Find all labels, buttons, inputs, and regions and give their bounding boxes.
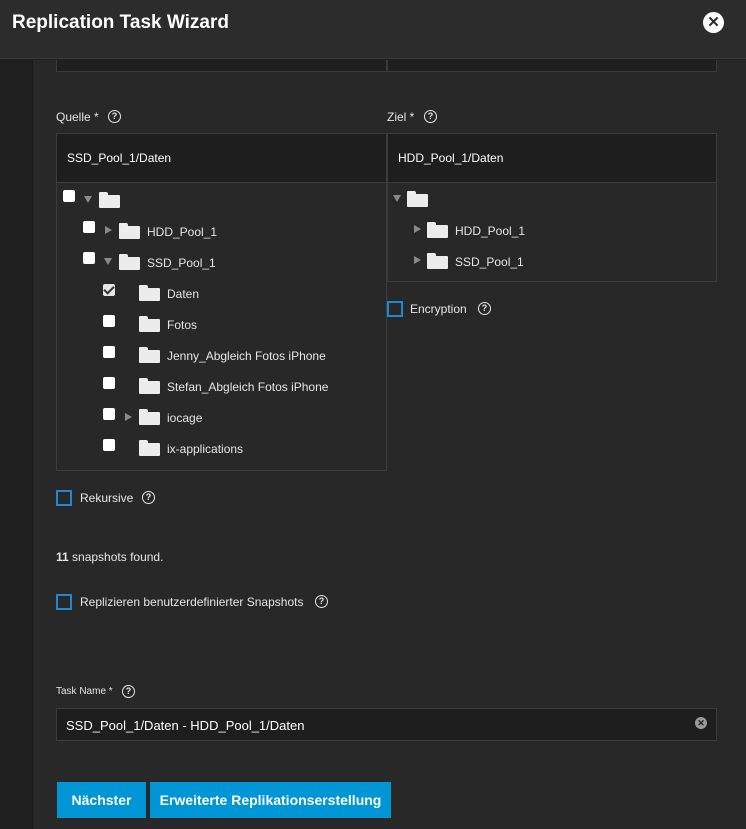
target-path-input[interactable]: HDD_Pool_1/Daten xyxy=(387,133,717,183)
dataset-checkbox-fotos[interactable] xyxy=(103,315,115,327)
snapshots-found-text: 11 snapshots found. xyxy=(56,550,163,564)
folder-icon xyxy=(99,192,120,208)
source-label: Quelle * xyxy=(56,110,99,124)
encryption-checkbox[interactable] xyxy=(387,301,403,317)
dataset-checkbox-daten[interactable] xyxy=(103,284,115,296)
folder-icon xyxy=(427,222,448,238)
recursive-help-icon[interactable]: ? xyxy=(142,491,155,504)
chevron-right-icon[interactable] xyxy=(414,225,421,233)
task-name-input[interactable]: SSD_Pool_1/Daten - HDD_Pool_1/Daten xyxy=(56,708,717,741)
folder-icon xyxy=(139,316,160,332)
dataset-checkbox-stefan[interactable] xyxy=(103,377,115,389)
custom-snapshots-label[interactable]: Replizieren benutzerdefinierter Snapshot… xyxy=(80,595,303,609)
source-root-checkbox[interactable] xyxy=(63,190,75,202)
dataset-label[interactable]: iocage xyxy=(167,411,202,425)
chevron-right-icon[interactable] xyxy=(105,226,112,234)
close-icon[interactable]: ✕ xyxy=(703,12,724,33)
dataset-label[interactable]: ix-applications xyxy=(167,442,243,456)
recursive-checkbox[interactable] xyxy=(56,490,72,506)
task-name-label: Task Name * xyxy=(56,686,113,697)
previous-field-right[interactable] xyxy=(387,60,717,72)
chevron-right-icon[interactable] xyxy=(414,256,421,264)
target-label: Ziel * xyxy=(387,110,415,124)
dataset-label[interactable]: Jenny_Abgleich Fotos iPhone xyxy=(167,349,326,363)
snapshots-found-label: snapshots found. xyxy=(72,550,164,564)
chevron-down-icon[interactable] xyxy=(393,195,401,202)
folder-icon xyxy=(407,191,428,207)
source-pool-checkbox[interactable] xyxy=(83,252,95,264)
custom-snapshots-help-icon[interactable]: ? xyxy=(315,595,328,608)
source-help-icon[interactable]: ? xyxy=(108,110,121,123)
dialog-title: Replication Task Wizard xyxy=(12,12,229,33)
dataset-label[interactable]: Stefan_Abgleich Fotos iPhone xyxy=(167,380,328,394)
chevron-down-icon[interactable] xyxy=(104,258,112,265)
dataset-checkbox-ix-applications[interactable] xyxy=(103,439,115,451)
folder-icon xyxy=(119,223,140,239)
dataset-label[interactable]: Fotos xyxy=(167,318,197,332)
folder-icon xyxy=(139,378,160,394)
source-pool-checkbox[interactable] xyxy=(83,221,95,233)
dataset-checkbox-iocage[interactable] xyxy=(103,408,115,420)
dataset-checkbox-jenny[interactable] xyxy=(103,346,115,358)
folder-icon xyxy=(139,409,160,425)
target-pool-label[interactable]: SSD_Pool_1 xyxy=(455,255,524,269)
folder-icon xyxy=(427,253,448,269)
chevron-right-icon[interactable] xyxy=(125,413,132,421)
next-button[interactable]: Nächster xyxy=(57,782,146,818)
snapshots-count: 11 xyxy=(56,550,69,564)
custom-snapshots-checkbox[interactable] xyxy=(56,594,72,610)
encryption-label[interactable]: Encryption xyxy=(410,302,467,316)
dialog-header: Replication Task Wizard ✕ xyxy=(0,0,746,59)
chevron-down-icon[interactable] xyxy=(84,196,92,203)
folder-icon xyxy=(139,440,160,456)
folder-icon xyxy=(119,254,140,270)
dataset-label[interactable]: Daten xyxy=(167,287,199,301)
source-pool-label[interactable]: HDD_Pool_1 xyxy=(147,225,217,239)
task-name-value: SSD_Pool_1/Daten - HDD_Pool_1/Daten xyxy=(66,718,305,733)
encryption-help-icon[interactable]: ? xyxy=(478,302,491,315)
source-path-input[interactable]: SSD_Pool_1/Daten xyxy=(56,133,387,183)
advanced-replication-button[interactable]: Erweiterte Replikationserstellung xyxy=(150,782,391,818)
previous-field-left[interactable] xyxy=(56,60,387,72)
clear-icon[interactable]: ✕ xyxy=(695,717,707,729)
source-pool-label[interactable]: SSD_Pool_1 xyxy=(147,256,216,270)
source-path-value: SSD_Pool_1/Daten xyxy=(67,151,172,165)
target-help-icon[interactable]: ? xyxy=(424,110,437,123)
task-name-help-icon[interactable]: ? xyxy=(122,685,135,698)
folder-icon xyxy=(139,285,160,301)
folder-icon xyxy=(139,347,160,363)
recursive-label[interactable]: Rekursive xyxy=(80,491,133,505)
target-path-value: HDD_Pool_1/Daten xyxy=(398,151,504,165)
target-pool-label[interactable]: HDD_Pool_1 xyxy=(455,224,525,238)
